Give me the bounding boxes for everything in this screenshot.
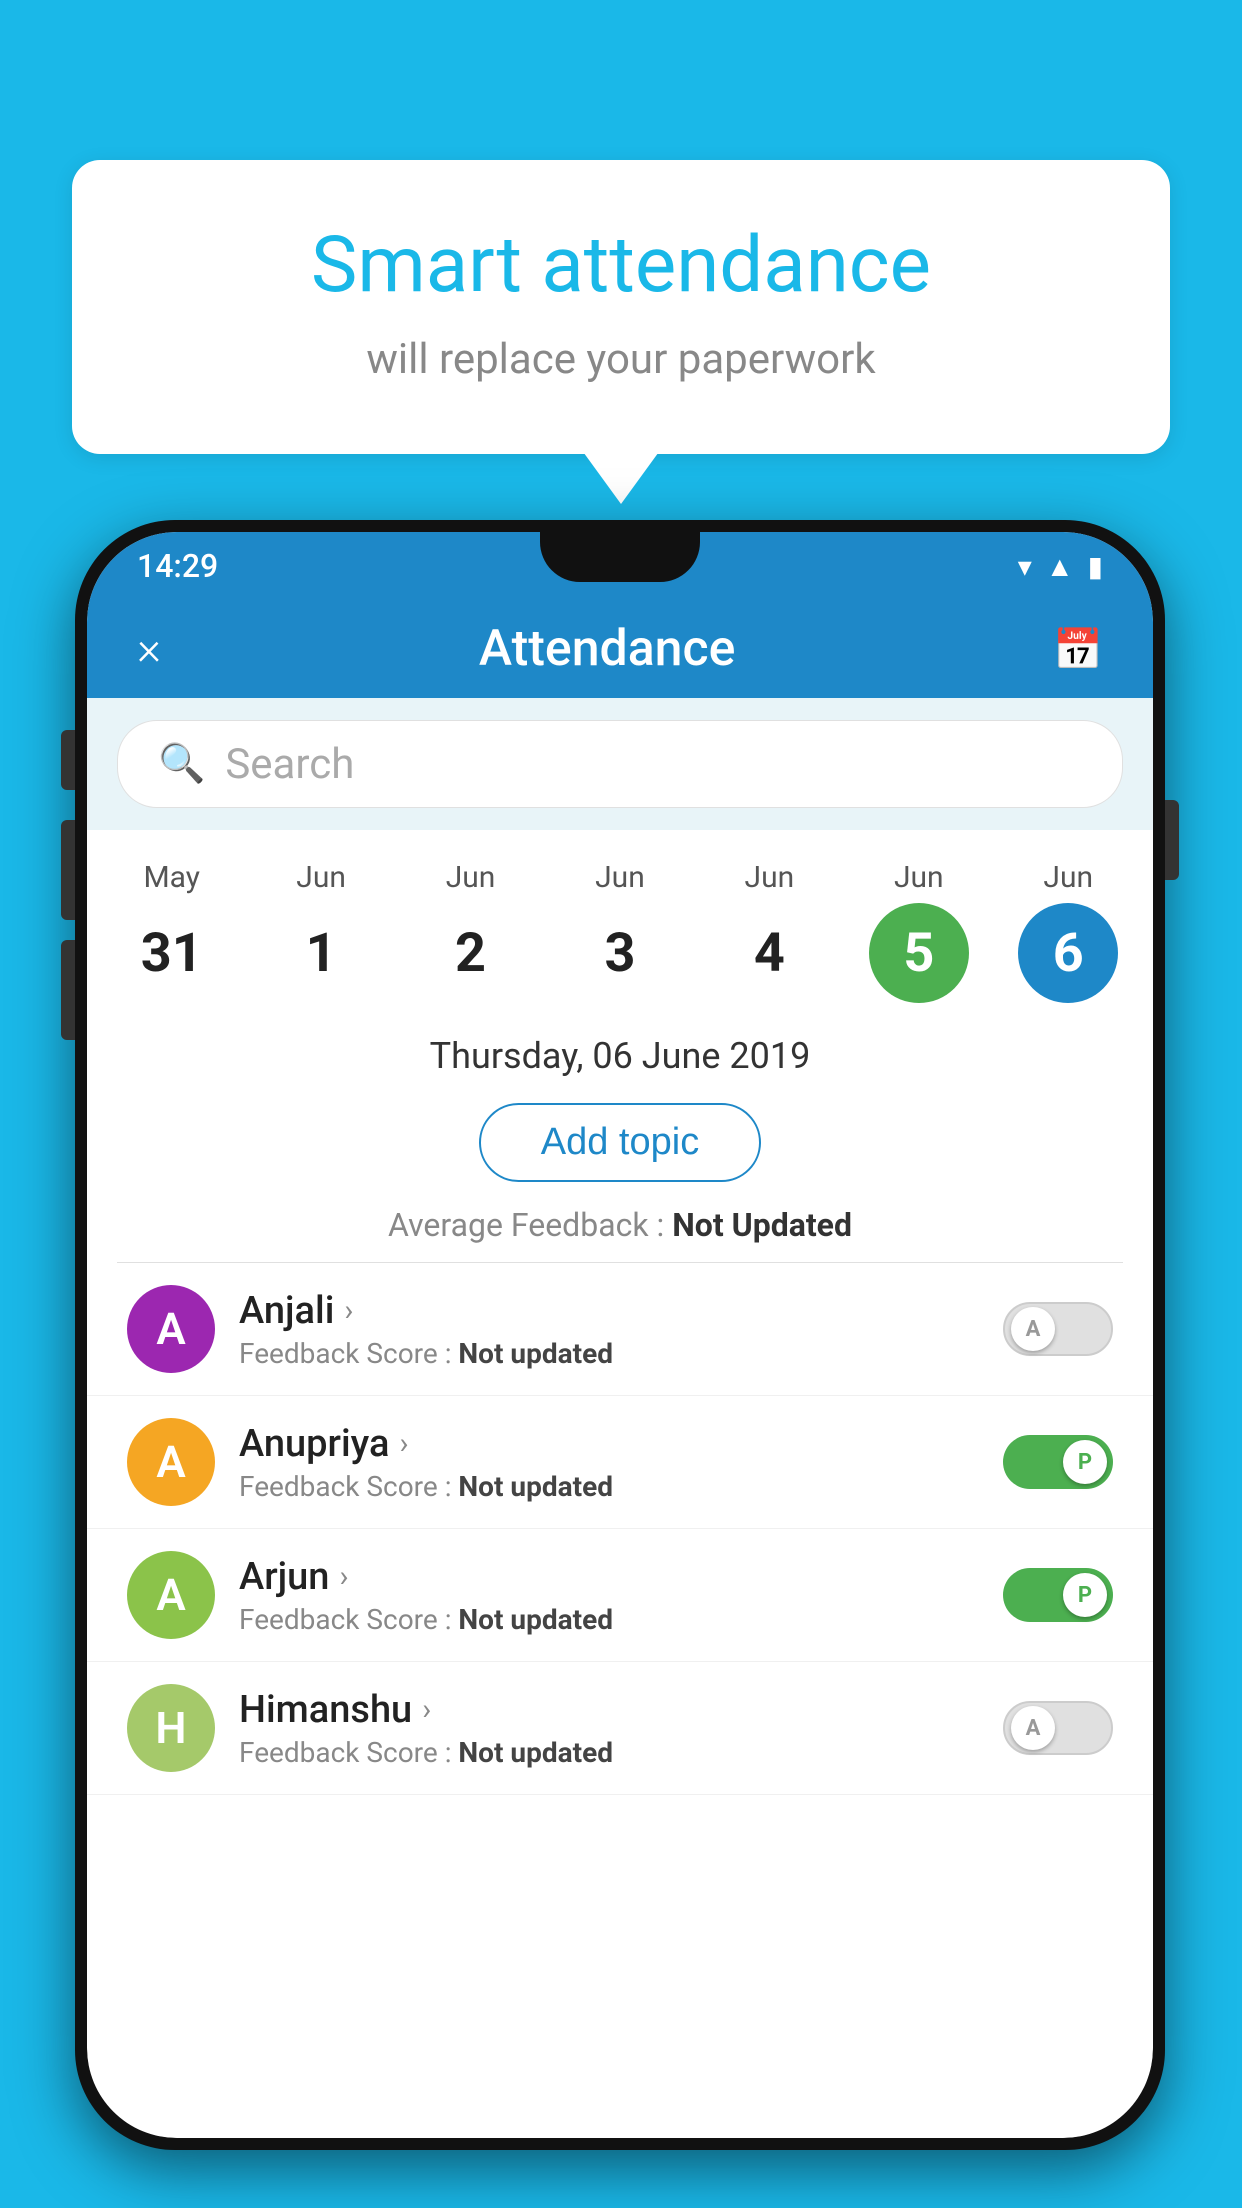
- date-month-3: Jun: [595, 860, 645, 895]
- average-feedback: Average Feedback : Not Updated: [87, 1202, 1153, 1262]
- signal-icon: ▲: [1046, 550, 1074, 583]
- student-feedback-2: Feedback Score : Not updated: [239, 1603, 979, 1636]
- add-topic-button[interactable]: Add topic: [479, 1103, 761, 1182]
- search-input[interactable]: Search: [225, 740, 354, 789]
- header-title: Attendance: [479, 620, 736, 678]
- date-info: Thursday, 06 June 2019: [87, 1013, 1153, 1093]
- search-icon: 🔍: [158, 742, 205, 786]
- student-name-row-3: Himanshu ›: [239, 1688, 979, 1732]
- date-month-1: Jun: [296, 860, 346, 895]
- bubble-subtitle: will replace your paperwork: [152, 335, 1090, 384]
- status-time: 14:29: [137, 547, 218, 585]
- feedback-value: Not Updated: [672, 1206, 852, 1244]
- wifi-icon: ▾: [1018, 550, 1032, 583]
- volume-down-button: [61, 940, 75, 1040]
- date-day-0[interactable]: 31: [122, 903, 222, 1003]
- student-info-2: Arjun › Feedback Score : Not updated: [239, 1555, 979, 1636]
- phone-wrapper: 14:29 ▾ ▲ ▮ × Attendance 📅 🔍: [75, 520, 1165, 2150]
- toggle-knob-on-2: P: [1063, 1573, 1107, 1617]
- date-month-2: Jun: [446, 860, 496, 895]
- date-item-1[interactable]: Jun 1: [271, 860, 371, 1003]
- student-feedback-0: Feedback Score : Not updated: [239, 1337, 979, 1370]
- toggle-knob-off-0: A: [1011, 1307, 1055, 1351]
- toggle-1[interactable]: P: [1003, 1435, 1113, 1489]
- date-day-5[interactable]: 5: [869, 903, 969, 1003]
- toggle-0[interactable]: A: [1003, 1302, 1113, 1356]
- date-month-0: May: [143, 860, 199, 895]
- selected-date-label: Thursday, 06 June 2019: [430, 1035, 811, 1077]
- toggle-2[interactable]: P: [1003, 1568, 1113, 1622]
- toggle-knob-on-1: P: [1063, 1440, 1107, 1484]
- date-item-4[interactable]: Jun 4: [719, 860, 819, 1003]
- date-day-2[interactable]: 2: [421, 903, 521, 1003]
- date-item-2[interactable]: Jun 2: [421, 860, 521, 1003]
- search-container: 🔍 Search: [87, 698, 1153, 830]
- app-header: × Attendance 📅: [87, 600, 1153, 698]
- date-day-3[interactable]: 3: [570, 903, 670, 1003]
- date-item-6[interactable]: Jun 6: [1018, 860, 1118, 1003]
- volume-up-button: [61, 820, 75, 920]
- student-avatar-0: A: [127, 1285, 215, 1373]
- student-feedback-3: Feedback Score : Not updated: [239, 1736, 979, 1769]
- speech-bubble: Smart attendance will replace your paper…: [72, 160, 1170, 454]
- date-day-6[interactable]: 6: [1018, 903, 1118, 1003]
- student-item-2[interactable]: A Arjun › Feedback Score : Not updated P: [87, 1529, 1153, 1662]
- phone-shell: 14:29 ▾ ▲ ▮ × Attendance 📅 🔍: [75, 520, 1165, 2150]
- date-picker: May 31 Jun 1 Jun 2 Jun 3 Jun 4 Jun 5 Jun 6: [87, 830, 1153, 1013]
- power-button: [1165, 800, 1179, 880]
- student-info-0: Anjali › Feedback Score : Not updated: [239, 1289, 979, 1370]
- feedback-label-text: Average Feedback :: [388, 1206, 672, 1244]
- chevron-icon-0: ›: [344, 1293, 353, 1328]
- student-name-row-0: Anjali ›: [239, 1289, 979, 1333]
- student-avatar-3: H: [127, 1684, 215, 1772]
- student-info-1: Anupriya › Feedback Score : Not updated: [239, 1422, 979, 1503]
- toggle-3[interactable]: A: [1003, 1701, 1113, 1755]
- chevron-icon-1: ›: [399, 1426, 408, 1461]
- date-day-1[interactable]: 1: [271, 903, 371, 1003]
- student-item-1[interactable]: A Anupriya › Feedback Score : Not updated P: [87, 1396, 1153, 1529]
- search-bar[interactable]: 🔍 Search: [117, 720, 1123, 808]
- student-list: AAnjali›Feedback Score : Not updatedAAAn…: [87, 1263, 1153, 1795]
- date-item-5[interactable]: Jun 5: [869, 860, 969, 1003]
- date-item-3[interactable]: Jun 3: [570, 860, 670, 1003]
- student-item-0[interactable]: A Anjali › Feedback Score : Not updated A: [87, 1263, 1153, 1396]
- date-month-6: Jun: [1043, 860, 1093, 895]
- date-month-4: Jun: [745, 860, 795, 895]
- student-name-row-2: Arjun ›: [239, 1555, 979, 1599]
- volume-silent-button: [61, 730, 75, 790]
- chevron-icon-3: ›: [422, 1692, 431, 1727]
- calendar-icon[interactable]: 📅: [1053, 626, 1103, 673]
- battery-icon: ▮: [1088, 550, 1103, 583]
- student-info-3: Himanshu › Feedback Score : Not updated: [239, 1688, 979, 1769]
- student-avatar-2: A: [127, 1551, 215, 1639]
- date-month-5: Jun: [894, 860, 944, 895]
- date-item-0[interactable]: May 31: [122, 860, 222, 1003]
- student-item-3[interactable]: H Himanshu › Feedback Score : Not updated A: [87, 1662, 1153, 1795]
- bubble-title: Smart attendance: [152, 220, 1090, 311]
- add-topic-container: Add topic: [87, 1093, 1153, 1202]
- student-name-3: Himanshu: [239, 1688, 412, 1732]
- status-icons: ▾ ▲ ▮: [1018, 550, 1103, 583]
- close-button[interactable]: ×: [137, 622, 161, 676]
- student-name-row-1: Anupriya ›: [239, 1422, 979, 1466]
- student-avatar-1: A: [127, 1418, 215, 1506]
- toggle-knob-off-3: A: [1011, 1706, 1055, 1750]
- notch: [540, 532, 700, 582]
- student-name-0: Anjali: [239, 1289, 334, 1333]
- date-day-4[interactable]: 4: [719, 903, 819, 1003]
- student-feedback-1: Feedback Score : Not updated: [239, 1470, 979, 1503]
- chevron-icon-2: ›: [339, 1559, 348, 1594]
- phone-inner: 14:29 ▾ ▲ ▮ × Attendance 📅 🔍: [87, 532, 1153, 2138]
- student-name-1: Anupriya: [239, 1422, 389, 1466]
- phone-screen: 14:29 ▾ ▲ ▮ × Attendance 📅 🔍: [87, 532, 1153, 2138]
- student-name-2: Arjun: [239, 1555, 329, 1599]
